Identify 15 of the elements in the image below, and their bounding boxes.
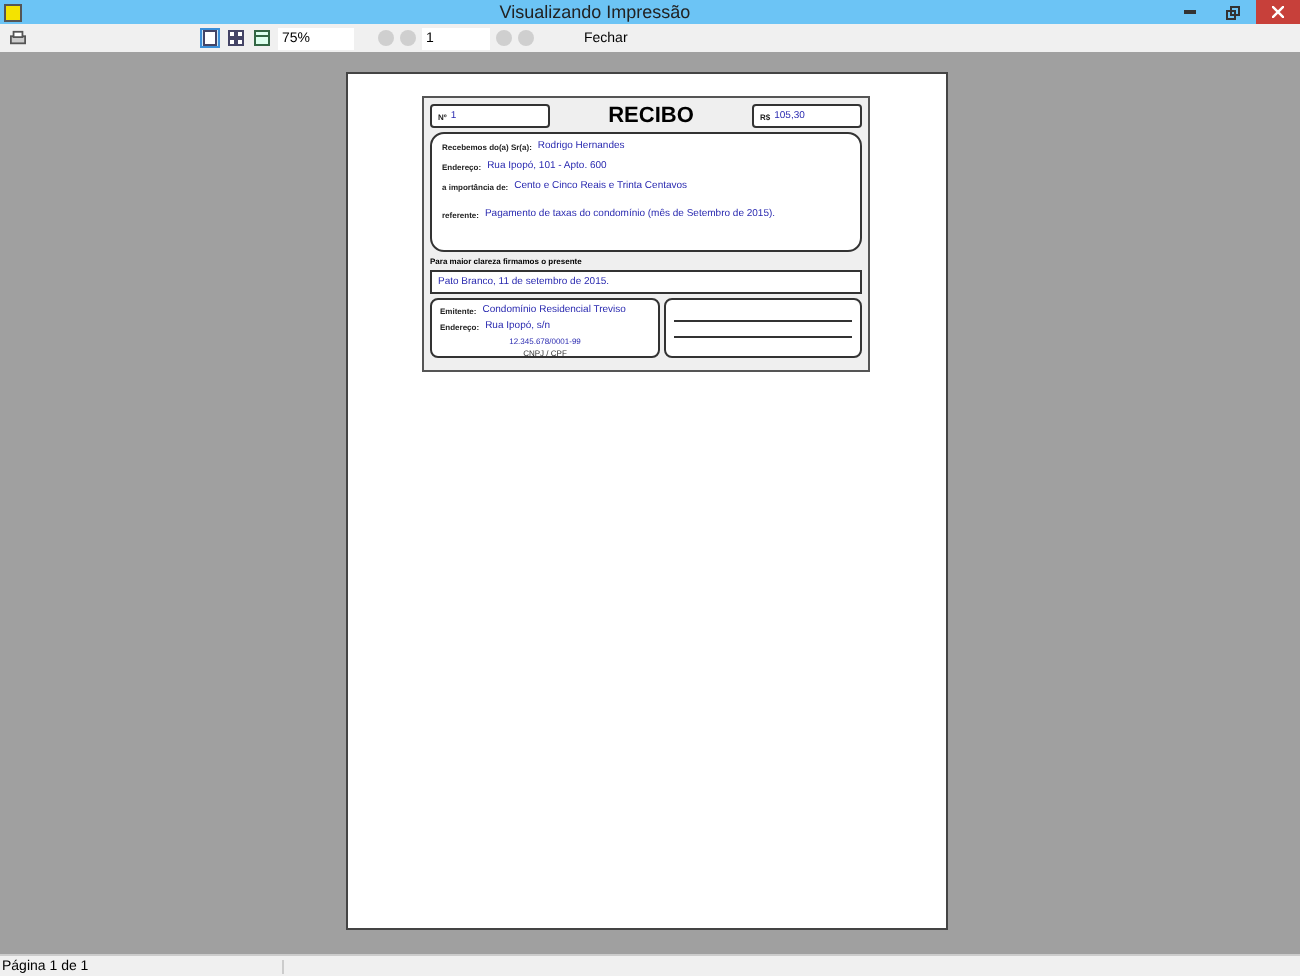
close-icon bbox=[1271, 6, 1284, 18]
print-button[interactable] bbox=[8, 28, 28, 48]
view-mode-button[interactable] bbox=[226, 28, 246, 48]
single-page-icon bbox=[202, 30, 218, 46]
view-mode-button[interactable] bbox=[200, 28, 220, 48]
restore-icon bbox=[1226, 5, 1241, 19]
printer-icon bbox=[10, 30, 26, 46]
page-setup-icon bbox=[254, 30, 270, 46]
receipt-title: RECIBO bbox=[608, 104, 694, 128]
app-icon bbox=[4, 3, 22, 21]
view-mode-button[interactable] bbox=[252, 28, 272, 48]
multi-page-icon bbox=[228, 30, 244, 46]
minimize-icon bbox=[1183, 10, 1196, 14]
close-button[interactable] bbox=[1255, 0, 1300, 24]
window-title: Visualizando Impressão bbox=[499, 2, 691, 22]
